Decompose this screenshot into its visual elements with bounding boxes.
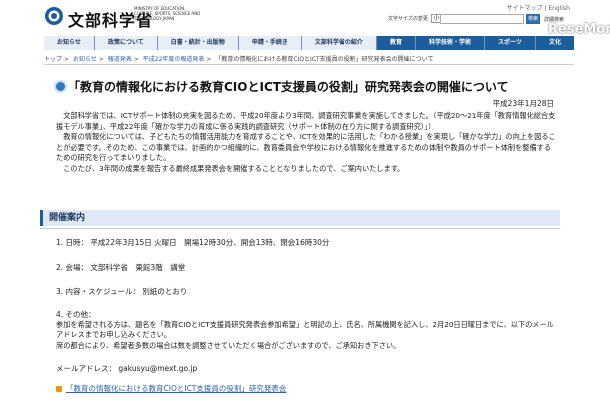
top-links[interactable]: サイトマップ | English: [506, 3, 570, 12]
breadcrumb-divider: [44, 64, 574, 65]
breadcrumb-item-press[interactable]: 報道発表: [108, 56, 132, 63]
nav-item-education[interactable]: 教育: [377, 36, 416, 50]
info-item-venue: 2. 会場： 文部科学省 東館3階 講堂: [56, 263, 186, 272]
related-page-link-text[interactable]: 「教育の情報化における教育CIOとICT支援員の役割」研究発表会: [66, 384, 286, 393]
ministry-logo-icon[interactable]: [44, 6, 64, 26]
watermark-logo: ReseMom: [548, 22, 610, 37]
mail-label: メールアドレス：: [56, 364, 116, 373]
intro-paragraph: 文部科学省では、ICTサポート体制の充実を図るため、平成20年度より3年間、調査…: [56, 111, 556, 131]
breadcrumb-current: 「教育の情報化における教育CIOとICT支援員の役割」研究発表会の開催について: [215, 56, 434, 63]
nav-item-culture[interactable]: 文化: [536, 36, 574, 50]
search-button[interactable]: 検索: [526, 14, 540, 24]
breadcrumb-separator: >: [133, 56, 139, 63]
nav-item-science[interactable]: 科学技術・学術: [416, 36, 486, 50]
breadcrumb-item-news[interactable]: お知らせ: [73, 56, 97, 63]
info-item-content: 3. 内容・スケジュール： 別紙のとおり: [56, 287, 188, 296]
info-item-other: 4. その他：: [56, 310, 96, 319]
breadcrumb-separator: >: [64, 56, 70, 63]
global-nav: お知らせ 政策について 白書・統計・出版物 申請・手続き 文部科学省の紹介 教育…: [44, 36, 574, 50]
publish-date: 平成23年1月28日: [492, 99, 554, 108]
nav-item-sports[interactable]: スポーツ: [485, 36, 536, 50]
related-page-link[interactable]: 「教育の情報化における教育CIOとICT支援員の役割」研究発表会: [56, 383, 286, 394]
info-item-datetime: 1. 日時： 平成22年3月15日 火曜日 開場12時30分、開会13時、閉会1…: [56, 238, 330, 247]
breadcrumb-item-top[interactable]: トップ: [44, 56, 62, 63]
link-arrow-icon: [56, 386, 62, 392]
application-note: 参加を希望される方は、題名を「教育CIOとICT支援員研究発表会参加希望」と明記…: [56, 320, 554, 339]
intro-paragraph: 教育の情報化については、子どもたちの情報活用能力を育成することや、ICTを効果的…: [56, 132, 556, 162]
page-title: 「教育の情報化における教育CIOとICT支援員の役割」研究発表会の開催について: [68, 80, 509, 94]
nav-item-news[interactable]: お知らせ: [44, 36, 95, 50]
intro-paragraph: このたび、3年間の成果を報告する最終成果発表会を開催することとなりましたので、ご…: [63, 163, 405, 173]
breadcrumb: トップ > お知らせ > 報道発表 > 平成22年度の報道発表 > 「教育の情報化におけ…: [44, 54, 434, 63]
section-heading: 開催案内: [40, 210, 560, 226]
title-bullet-icon: [56, 82, 65, 91]
seating-note: 席の都合により、希望者多数の場合は数を調整させていただく場合がございますので、ご…: [56, 341, 401, 350]
mail-address-link[interactable]: gakusyu@mext.go.jp: [118, 364, 197, 373]
intro-text: 文部科学省では、ICTサポート体制の充実を図るため、平成20年度より3年間、調査…: [56, 111, 556, 174]
breadcrumb-item-year[interactable]: 平成22年度の報道発表: [143, 56, 205, 63]
nav-item-publications[interactable]: 白書・統計・出版物: [157, 36, 239, 50]
site-header: 文部科学省 MINISTRY OF EDUCATION, CULTURE, SP…: [0, 0, 610, 37]
site-logo-subtitle: MINISTRY OF EDUCATION, CULTURE, SPORTS, …: [134, 6, 201, 21]
mail-address-row: メールアドレス： gakusyu@mext.go.jp: [56, 363, 197, 374]
breadcrumb-separator: >: [98, 56, 104, 63]
nav-item-policy[interactable]: 政策について: [94, 36, 158, 50]
nav-item-applications[interactable]: 申請・手続き: [238, 36, 302, 50]
font-size-label: 文字サイズの変更: [388, 16, 428, 22]
section-divider: [40, 228, 560, 229]
search-input[interactable]: [440, 14, 524, 24]
breadcrumb-separator: >: [206, 56, 212, 63]
nav-item-about[interactable]: 文部科学省の紹介: [301, 36, 377, 50]
